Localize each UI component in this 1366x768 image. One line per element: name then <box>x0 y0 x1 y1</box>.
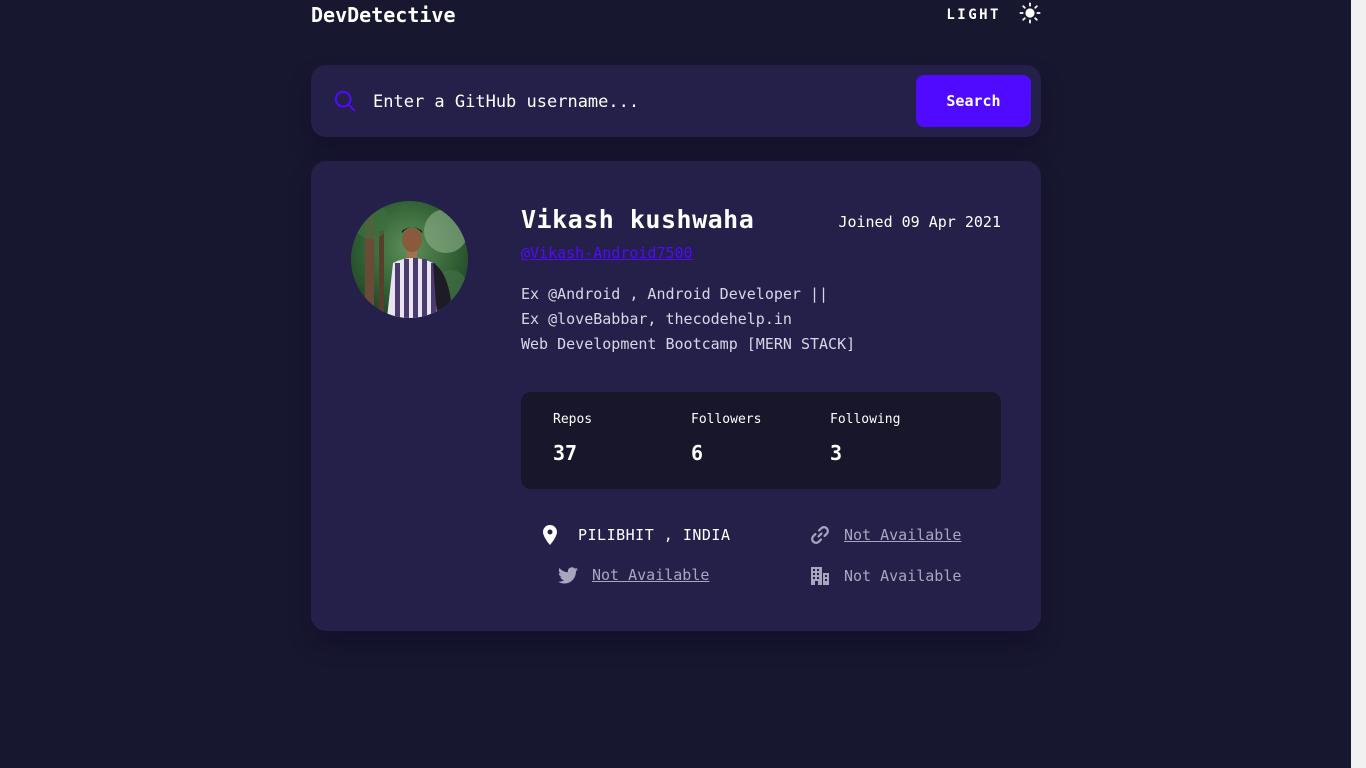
theme-toggle-label: LIGHT <box>946 7 1001 23</box>
link-icon <box>811 526 829 544</box>
joined-date: Joined 09 Apr 2021 <box>838 213 1001 231</box>
stat-following: Following 3 <box>830 412 900 465</box>
bio-line: Web Development Bootcamp [MERN STACK] <box>521 335 856 353</box>
stat-followers-value: 6 <box>691 441 704 465</box>
search-icon <box>334 90 356 112</box>
bio-line: Ex @loveBabbar, thecodehelp.in <box>521 310 792 328</box>
app-logo: DevDetective <box>311 3 456 27</box>
search-button[interactable]: Search <box>916 75 1031 127</box>
company-text: Not Available <box>844 567 962 585</box>
bio-line: Ex @Android , Android Developer || <box>521 285 829 303</box>
stat-repos: Repos 37 <box>553 412 592 465</box>
stat-following-value: 3 <box>830 441 843 465</box>
profile-username-link[interactable]: @Vikash-Android7500 <box>521 244 693 262</box>
location-pin-icon <box>543 525 557 545</box>
twitter-icon <box>558 566 578 583</box>
location-text: PILIBHIT , INDIA <box>578 526 731 544</box>
avatar <box>351 201 468 318</box>
stat-followers: Followers 6 <box>691 412 761 465</box>
info-location: PILIBHIT , INDIA <box>543 525 731 545</box>
sun-icon <box>1019 2 1041 24</box>
stat-followers-label: Followers <box>691 412 762 427</box>
twitter-link[interactable]: Not Available <box>592 566 709 584</box>
scrollbar[interactable] <box>1351 0 1366 768</box>
profile-name: Vikash kushwaha <box>521 205 755 234</box>
profile-card: Vikash kushwaha Joined 09 Apr 2021 @Vika… <box>311 161 1041 631</box>
stat-repos-label: Repos <box>553 412 593 427</box>
stat-following-label: Following <box>830 412 901 427</box>
stat-repos-value: 37 <box>553 441 578 465</box>
profile-bio: Ex @Android , Android Developer || Ex @l… <box>521 282 855 357</box>
info-company: Not Available <box>810 566 961 586</box>
stats-panel: Repos 37 Followers 6 Following 3 <box>521 392 1001 489</box>
search-bar: Search <box>311 65 1041 137</box>
avatar-image <box>351 201 468 318</box>
app-container: DevDetective LIGHT Enter a GitHub userna… <box>311 0 1041 631</box>
search-input[interactable] <box>371 87 905 117</box>
website-link[interactable]: Not Available <box>844 526 961 544</box>
building-icon <box>811 567 829 585</box>
theme-toggle[interactable]: LIGHT <box>946 2 1041 24</box>
header: DevDetective LIGHT <box>311 0 1041 40</box>
info-website: Not Available <box>810 525 961 545</box>
info-twitter: Not Available <box>558 566 709 584</box>
